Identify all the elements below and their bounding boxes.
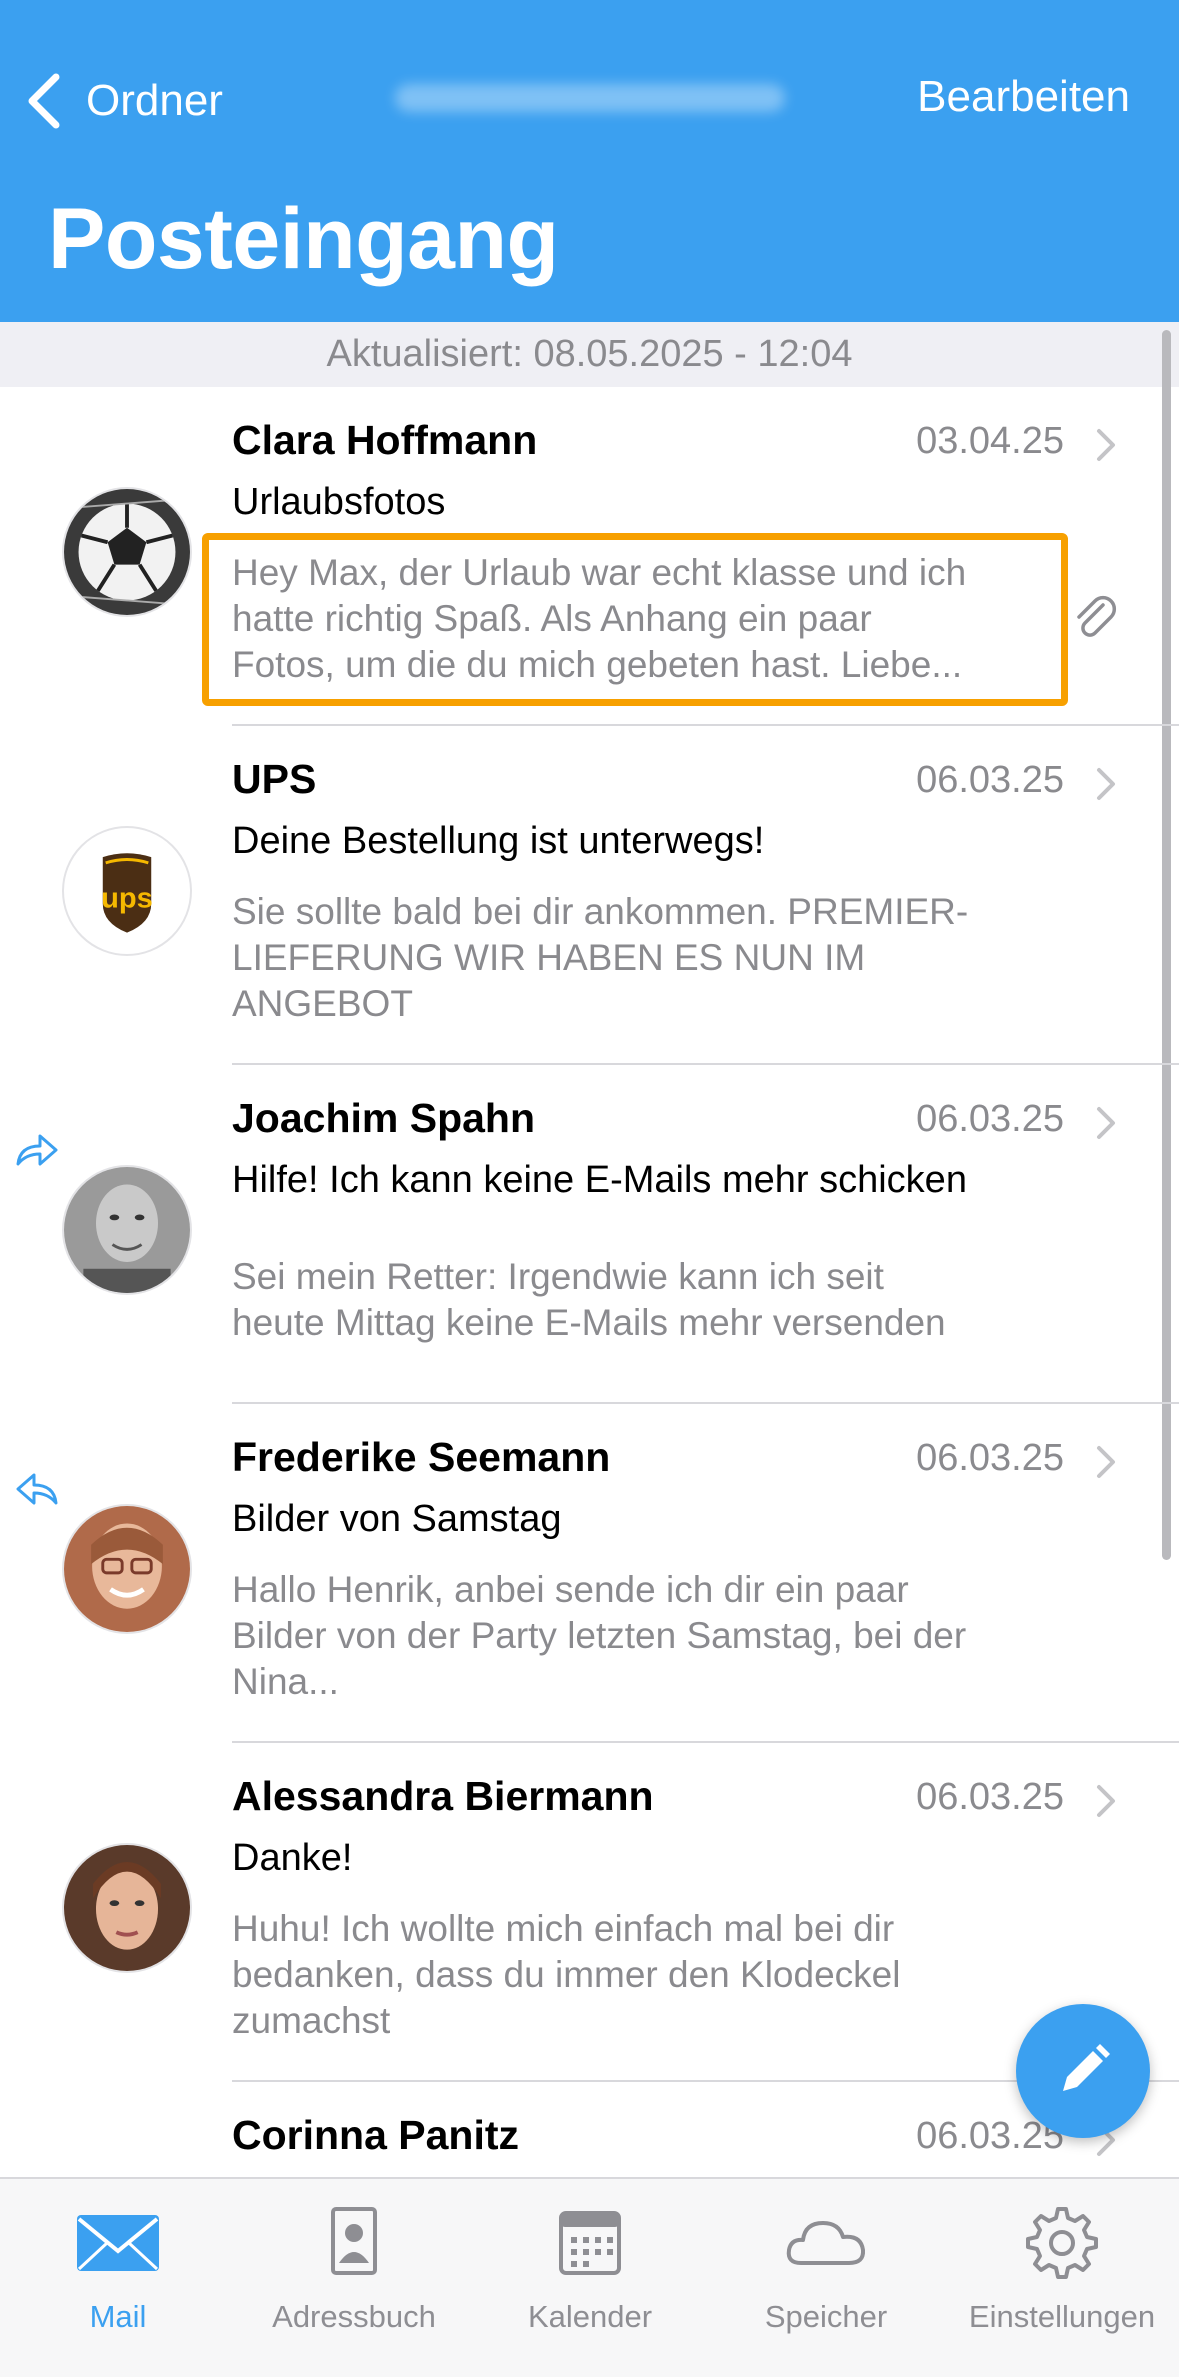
sender-name: Alessandra Biermann [232, 1773, 654, 1819]
forwarded-icon [16, 1134, 58, 1166]
contact-book-icon [331, 2207, 377, 2275]
pencil-icon [1063, 2044, 1110, 2091]
header-bar: Ordner Bearbeiten Posteingang [0, 0, 1179, 322]
tab-label: Speicher [764, 2299, 888, 2334]
ups-logo-avatar: ups [62, 826, 192, 956]
message-subject: Hilfe! Ich kann keine E-Mails mehr schic… [232, 1159, 967, 1201]
message-subject: Bilder von Samstag [232, 1498, 562, 1540]
calendar-icon [559, 2211, 621, 2275]
message-date: 06.03.25 [916, 1437, 1064, 1479]
message-list: Clara Hoffmann 03.04.25 Urlaubsfotos Hey… [0, 387, 1179, 2177]
message-subject: Danke! [232, 1837, 353, 1879]
message-subject: Urlaubsfotos [232, 481, 446, 523]
message-preview: Huhu! Ich wollte mich einfach mal bei di… [232, 1908, 901, 2041]
chevron-right-icon [1097, 1446, 1115, 1478]
message-row[interactable]: Frederike Seemann 06.03.25 Bilder von Sa… [0, 1404, 1179, 1743]
compose-button[interactable] [1016, 2004, 1150, 2138]
message-preview: Hallo Henrik, anbei sende ich dir ein pa… [232, 1569, 967, 1702]
message-row[interactable]: Corinna Panitz 06.03.25 [0, 2082, 1179, 2177]
sender-name: Clara Hoffmann [232, 417, 538, 463]
message-date: 06.03.25 [916, 759, 1064, 801]
sender-name: UPS [232, 756, 317, 802]
tab-label: Einstellungen [968, 2299, 1156, 2334]
tab-kalender[interactable]: Kalender [472, 2179, 708, 2379]
sender-name: Frederike Seemann [232, 1434, 611, 1480]
tab-label: Adressbuch [272, 2299, 436, 2334]
message-row[interactable]: Joachim Spahn 06.03.25 Hilfe! Ich kann k… [0, 1065, 1179, 1404]
edit-button[interactable]: Bearbeiten [917, 72, 1130, 122]
preview-highlight-box [202, 533, 1068, 706]
page-title: Posteingang [48, 191, 559, 287]
tab-bar: Mail Adressbuch Kalender Speicher Einste… [0, 2177, 1179, 2377]
sender-name: Corinna Panitz [232, 2112, 520, 2158]
message-date: 06.03.25 [916, 1776, 1064, 1818]
gear-icon [1026, 2207, 1098, 2279]
message-date: 03.04.25 [916, 420, 1064, 462]
message-row[interactable]: Clara Hoffmann 03.04.25 Urlaubsfotos Hey… [0, 387, 1179, 726]
tab-label: Mail [89, 2299, 147, 2334]
tab-speicher[interactable]: Speicher [708, 2179, 944, 2379]
paperclip-icon [1077, 595, 1117, 637]
tab-adressbuch[interactable]: Adressbuch [236, 2179, 472, 2379]
sender-name: Joachim Spahn [232, 1095, 536, 1141]
woman-glasses-avatar [62, 1504, 192, 1634]
chevron-left-icon [28, 73, 60, 129]
back-label: Ordner [86, 76, 223, 125]
chevron-right-icon [1097, 429, 1115, 461]
chevron-right-icon [1097, 1785, 1115, 1817]
mail-icon [77, 2215, 159, 2271]
message-row[interactable]: Alessandra Biermann 06.03.25 Danke! Huhu… [0, 1743, 1179, 2082]
account-address-blurred [395, 84, 785, 112]
update-status: Aktualisiert: 08.05.2025 - 12:04 [0, 322, 1179, 387]
man-portrait-avatar [62, 1165, 192, 1295]
message-preview: Sei mein Retter: Irgendwie kann ich seit… [232, 1256, 946, 1343]
woman-portrait-avatar [62, 1843, 192, 1973]
chevron-right-icon [1097, 768, 1115, 800]
tab-label: Kalender [527, 2299, 653, 2334]
message-subject: Deine Bestellung ist unterwegs! [232, 820, 765, 862]
tab-mail[interactable]: Mail [0, 2179, 236, 2379]
message-date: 06.03.25 [916, 1098, 1064, 1140]
back-to-folders-button[interactable]: Ordner [24, 66, 223, 136]
message-row[interactable]: ups UPS 06.03.25 Deine Bestellung ist un… [0, 726, 1179, 1065]
replied-icon [16, 1473, 58, 1505]
soccer-ball-avatar [62, 487, 192, 617]
chevron-right-icon [1097, 1107, 1115, 1139]
message-preview: Sie sollte bald bei dir ankommen. PREMIE… [232, 891, 969, 1024]
ups-logo-text: ups [101, 882, 153, 914]
cloud-icon [786, 2221, 866, 2265]
tab-einstellungen[interactable]: Einstellungen [944, 2179, 1179, 2379]
